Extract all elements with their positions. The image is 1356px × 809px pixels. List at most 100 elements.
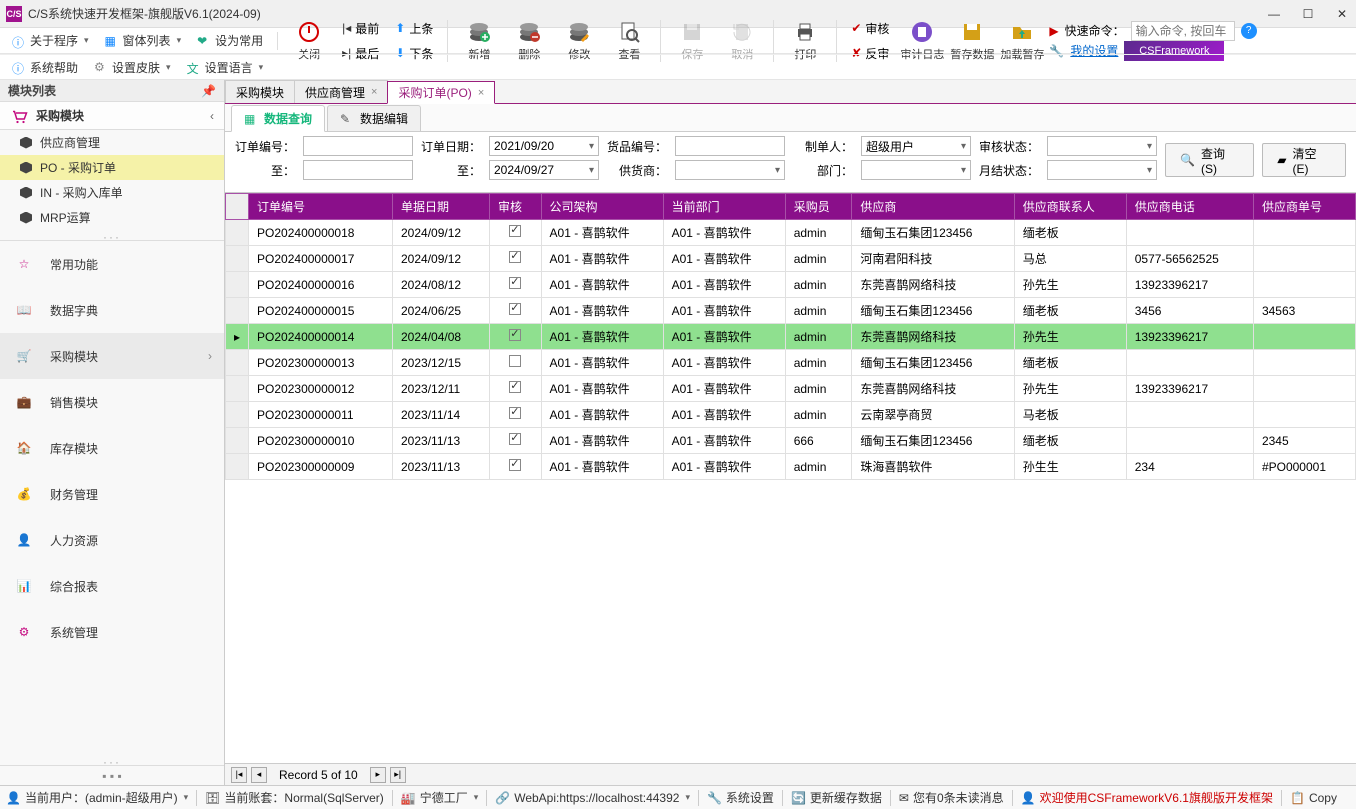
minimize-button[interactable]: — — [1266, 6, 1282, 22]
checkbox — [509, 277, 521, 289]
tab-close-icon[interactable]: × — [478, 87, 484, 99]
pager-text: Record 5 of 10 — [271, 768, 366, 782]
sel-dateto[interactable]: 2024/09/27 — [489, 160, 599, 180]
btn-query[interactable]: 🔍查询(S) — [1165, 143, 1254, 177]
tree-separator: ··· — [0, 230, 224, 240]
table-row[interactable]: PO2024000000172024/09/12A01 - 喜鹊软件A01 - … — [226, 246, 1356, 272]
sel-supplier[interactable] — [675, 160, 785, 180]
sel-maker[interactable]: 超级用户 — [861, 136, 971, 156]
pager-prev[interactable]: ◂ — [251, 767, 267, 783]
tb-audit[interactable]: ✔审核 — [845, 18, 895, 39]
checkbox — [509, 459, 521, 471]
table-row[interactable]: PO2023000000102023/11/13A01 - 喜鹊软件A01 - … — [226, 428, 1356, 454]
table-row[interactable]: PO2024000000162024/08/12A01 - 喜鹊软件A01 - … — [226, 272, 1356, 298]
subtab-strip: ▦数据查询 ✎数据编辑 — [225, 104, 1356, 132]
tab-strip: 采购模块供应商管理×采购订单(PO)× — [225, 80, 1356, 104]
table-row[interactable]: PO2023000000122023/12/11A01 - 喜鹊软件A01 - … — [226, 376, 1356, 402]
subtab-query[interactable]: ▦数据查询 — [231, 105, 325, 132]
nav-item-6[interactable]: 👤人力资源 — [0, 517, 224, 563]
quick-command-input[interactable] — [1131, 21, 1235, 41]
tab-2[interactable]: 采购订单(PO)× — [387, 81, 495, 104]
nav-item-1[interactable]: 📖数据字典 — [0, 287, 224, 333]
sel-dept[interactable] — [861, 160, 971, 180]
subtab-edit[interactable]: ✎数据编辑 — [327, 105, 421, 131]
tree-item-1[interactable]: PO - 采购订单 — [0, 155, 224, 180]
nav-item-7[interactable]: 📊综合报表 — [0, 563, 224, 609]
nav-icon: 📖 — [12, 298, 36, 322]
collapse-icon[interactable]: ‹ — [210, 109, 214, 123]
data-grid[interactable]: 订单编号单据日期审核公司架构当前部门采购员供应商供应商联系人供应商电话供应商单号… — [225, 192, 1356, 763]
main-area: 采购模块供应商管理×采购订单(PO)× ▦数据查询 ✎数据编辑 订单编号： 订单… — [225, 80, 1356, 785]
lbl-to: 至： — [235, 162, 295, 179]
tb-first[interactable]: |◂最前 — [336, 18, 385, 39]
menu-setcommon[interactable]: ❤设为常用 — [191, 30, 269, 51]
module-title[interactable]: 采购模块 ‹ — [0, 102, 224, 130]
nav-item-5[interactable]: 💰财务管理 — [0, 471, 224, 517]
quick-help-icon[interactable]: ? — [1241, 23, 1257, 39]
status-refreshcache[interactable]: 🔄 更新缓存数据 — [791, 789, 882, 806]
status-webapi[interactable]: 🔗 WebApi:https://localhost:44392 — [495, 791, 690, 805]
youtube-icon[interactable]: ▶ — [1049, 24, 1058, 38]
pin-icon[interactable]: 📌 — [201, 84, 216, 98]
pager-last[interactable]: ▸| — [390, 767, 406, 783]
inp-orderno[interactable] — [303, 136, 413, 156]
menu-setskin[interactable]: ⚙设置皮肤 — [88, 57, 177, 78]
tree-item-3[interactable]: MRP运算 — [0, 205, 224, 230]
sel-auditstatus[interactable] — [1047, 136, 1157, 156]
status-syssetting[interactable]: 🔧 系统设置 — [707, 789, 774, 806]
status-factory[interactable]: 🏭 宁德工厂 — [401, 789, 479, 806]
nav-item-4[interactable]: 🏠库存模块 — [0, 425, 224, 471]
menu-formlist[interactable]: ▦窗体列表 — [99, 30, 188, 51]
sel-monthstatus[interactable] — [1047, 160, 1157, 180]
lbl-orderdate: 订单日期： — [421, 138, 481, 155]
nav-icon: 🛒 — [12, 344, 36, 368]
status-copy[interactable]: 📋 Copy — [1290, 791, 1337, 805]
status-user[interactable]: 👤 当前用户：(admin-超级用户) — [6, 789, 188, 806]
nav-icon: 💼 — [12, 390, 36, 414]
status-unread[interactable]: ✉ 您有0条未读消息 — [899, 789, 1004, 806]
inp-orderno-to[interactable] — [303, 160, 413, 180]
lbl-monthstatus: 月结状态： — [979, 162, 1039, 179]
inp-goodsno[interactable] — [675, 136, 785, 156]
pager-next[interactable]: ▸ — [370, 767, 386, 783]
pager-first[interactable]: |◂ — [231, 767, 247, 783]
table-row[interactable]: ▸PO2024000000142024/04/08A01 - 喜鹊软件A01 -… — [226, 324, 1356, 350]
close-window-button[interactable]: ✕ — [1334, 6, 1350, 22]
tab-1[interactable]: 供应商管理× — [294, 80, 388, 103]
lbl-maker: 制单人： — [793, 138, 853, 155]
nav-icon: ⚙ — [12, 620, 36, 644]
table-row[interactable]: PO2023000000112023/11/14A01 - 喜鹊软件A01 - … — [226, 402, 1356, 428]
sel-datefrom[interactable]: 2021/09/20 — [489, 136, 599, 156]
nav-item-3[interactable]: 💼销售模块 — [0, 379, 224, 425]
table-row[interactable]: PO2024000000182024/09/12A01 - 喜鹊软件A01 - … — [226, 220, 1356, 246]
nav-icon: ☆ — [12, 252, 36, 276]
menu-setlang[interactable]: 文设置语言 — [181, 57, 270, 78]
nav-item-8[interactable]: ⚙系统管理 — [0, 609, 224, 655]
lbl-to2: 至： — [421, 162, 481, 179]
table-row[interactable]: PO2024000000152024/06/25A01 - 喜鹊软件A01 - … — [226, 298, 1356, 324]
menu-syshelp[interactable]: ⓘ系统帮助 — [6, 57, 84, 78]
btn-clear[interactable]: ▰清空(E) — [1262, 143, 1346, 177]
nav-item-0[interactable]: ☆常用功能 — [0, 241, 224, 287]
pager: |◂ ◂ Record 5 of 10 ▸ ▸| — [225, 763, 1356, 785]
checkbox — [509, 433, 521, 445]
tb-prev[interactable]: ⬆上条 — [389, 18, 439, 39]
filter-panel: 订单编号： 订单日期：2021/09/20 货品编号： 制单人：超级用户 审核状… — [225, 132, 1356, 192]
quick-label: 快速命令： — [1065, 22, 1125, 39]
cube-icon — [20, 187, 32, 199]
table-row[interactable]: PO2023000000092023/11/13A01 - 喜鹊软件A01 - … — [226, 454, 1356, 480]
tab-0[interactable]: 采购模块 — [225, 80, 295, 103]
tree-item-2[interactable]: IN - 采购入库单 — [0, 180, 224, 205]
lbl-goodsno: 货品编号： — [607, 138, 667, 155]
sidebar-footer-dots[interactable]: ▪ ▪ ▪ — [0, 765, 224, 785]
tab-close-icon[interactable]: × — [371, 86, 377, 98]
nav-item-2[interactable]: 🛒采购模块› — [0, 333, 224, 379]
nav-icon: 💰 — [12, 482, 36, 506]
menu-about[interactable]: ⓘ关于程序 — [6, 30, 95, 51]
nav-separator: ··· — [0, 755, 224, 765]
cube-icon — [20, 212, 32, 224]
table-row[interactable]: PO2023000000132023/12/15A01 - 喜鹊软件A01 - … — [226, 350, 1356, 376]
nav-icon: 🏠 — [12, 436, 36, 460]
maximize-button[interactable]: ☐ — [1300, 6, 1316, 22]
tree-item-0[interactable]: 供应商管理 — [0, 130, 224, 155]
